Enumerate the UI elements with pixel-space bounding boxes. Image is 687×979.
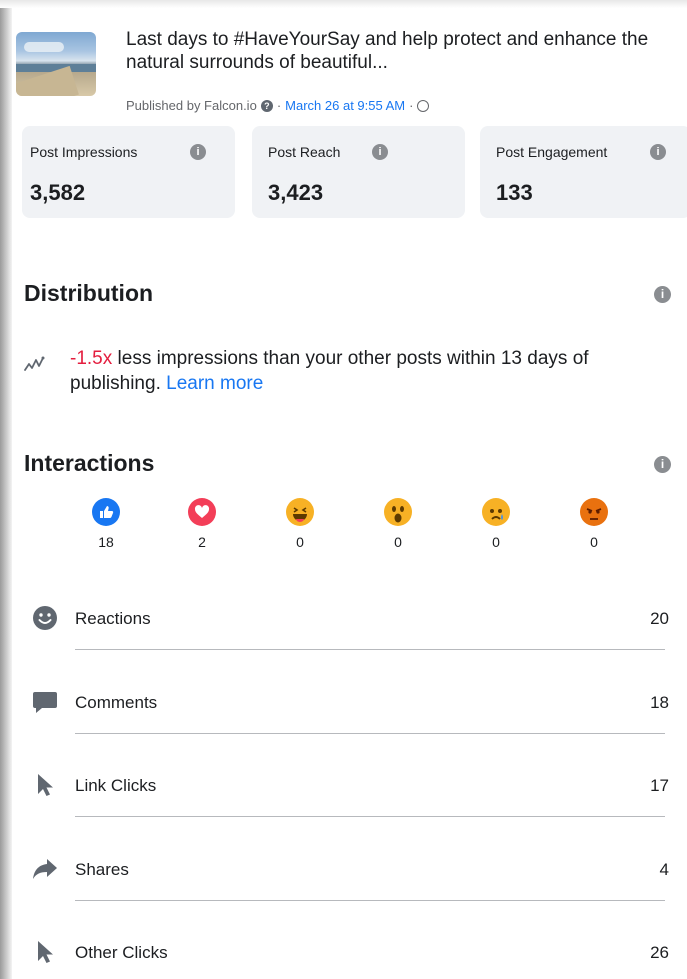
distribution-summary: -1.5x less impressions than your other p…: [24, 346, 671, 406]
row-label: Reactions: [75, 609, 151, 628]
post-thumbnail[interactable]: [16, 32, 96, 96]
reaction-like: 18: [86, 498, 126, 550]
cursor-icon: [38, 941, 53, 963]
insights-window: Last days to #HaveYourSay and help prote…: [0, 0, 687, 979]
sad-icon: [482, 498, 510, 526]
post-title[interactable]: Last days to #HaveYourSay and help prote…: [126, 28, 661, 74]
trend-icon: [24, 356, 45, 371]
meta-separator: ·: [276, 98, 282, 113]
metric-value: 3,582: [30, 180, 86, 205]
reaction-sad: 0: [476, 498, 516, 550]
wow-icon: [384, 498, 412, 526]
published-by: Published by Falcon.io: [126, 98, 257, 113]
distribution-info-icon[interactable]: i: [654, 286, 671, 303]
metric-value: 3,423: [268, 180, 324, 205]
row-value: 17: [650, 776, 669, 795]
share-icon: [33, 859, 57, 879]
interactions-title: Interactions: [24, 450, 155, 476]
angry-icon: [580, 498, 608, 526]
info-icon[interactable]: i: [650, 144, 666, 160]
distribution-description: less impressions than your other posts w…: [70, 348, 589, 394]
divider: [75, 900, 665, 901]
reactions-row: 18 2 0 0 0 0: [72, 498, 632, 558]
divider: [75, 816, 665, 817]
metric-label: Post Engagement: [496, 144, 608, 160]
top-shadow: [0, 0, 687, 8]
row-value: 26: [650, 943, 669, 962]
distribution-text: -1.5x less impressions than your other p…: [70, 346, 671, 396]
reaction-count: 0: [296, 534, 304, 550]
reaction-haha: 0: [280, 498, 320, 550]
metric-cards: Post Impressions i 3,582 Post Reach i 3,…: [22, 126, 687, 218]
post-insights-panel: Last days to #HaveYourSay and help prote…: [12, 8, 687, 979]
row-value: 18: [650, 693, 669, 712]
post-header: Last days to #HaveYourSay and help prote…: [12, 18, 681, 126]
smiley-icon: [33, 606, 57, 630]
metric-label: Post Impressions: [30, 144, 138, 160]
metric-value: 133: [496, 180, 533, 205]
row-label: Shares: [75, 860, 129, 879]
row-value: 20: [650, 609, 669, 628]
list-item: Shares 4: [12, 834, 681, 918]
distribution-title: Distribution: [24, 280, 154, 306]
left-shadow: [0, 0, 12, 979]
meta-separator-2: ·: [409, 98, 414, 113]
list-item: Reactions 20: [12, 583, 681, 667]
reaction-count: 0: [590, 534, 598, 550]
divider: [75, 649, 665, 650]
interactions-info-icon[interactable]: i: [654, 456, 671, 473]
reaction-angry: 0: [574, 498, 614, 550]
haha-icon: [286, 498, 314, 526]
reaction-count: 2: [198, 534, 206, 550]
row-label: Comments: [75, 693, 158, 712]
like-icon: [92, 498, 120, 526]
post-date-link[interactable]: March 26 at 9:55 AM: [285, 98, 405, 113]
row-label: Other Clicks: [75, 943, 168, 962]
row-label: Link Clicks: [75, 776, 157, 795]
comment-icon: [33, 692, 57, 713]
row-value: 4: [659, 860, 669, 879]
info-icon[interactable]: i: [190, 144, 206, 160]
publisher-info-icon[interactable]: ?: [260, 99, 273, 112]
post-reach-card: Post Reach i 3,423: [252, 126, 465, 218]
post-impressions-card: Post Impressions i 3,582: [22, 126, 235, 218]
list-item: Link Clicks 17: [12, 750, 681, 834]
list-item: Other Clicks 26: [12, 917, 681, 979]
reaction-count: 0: [492, 534, 500, 550]
info-icon[interactable]: i: [372, 144, 388, 160]
metric-label: Post Reach: [268, 144, 341, 160]
list-item: Comments 18: [12, 667, 681, 751]
globe-icon: [417, 99, 430, 112]
post-engagement-card: Post Engagement i 133: [480, 126, 687, 218]
thumbnail-cloud: [24, 42, 64, 52]
love-icon: [188, 498, 216, 526]
reaction-count: 18: [98, 534, 114, 550]
learn-more-link[interactable]: Learn more: [166, 373, 263, 394]
reaction-count: 0: [394, 534, 402, 550]
distribution-multiplier: -1.5x: [70, 348, 113, 369]
reaction-love: 2: [182, 498, 222, 550]
cursor-icon: [38, 774, 53, 796]
reaction-wow: 0: [378, 498, 418, 550]
divider: [75, 733, 665, 734]
post-meta: Published by Falcon.io ? · March 26 at 9…: [126, 98, 430, 113]
